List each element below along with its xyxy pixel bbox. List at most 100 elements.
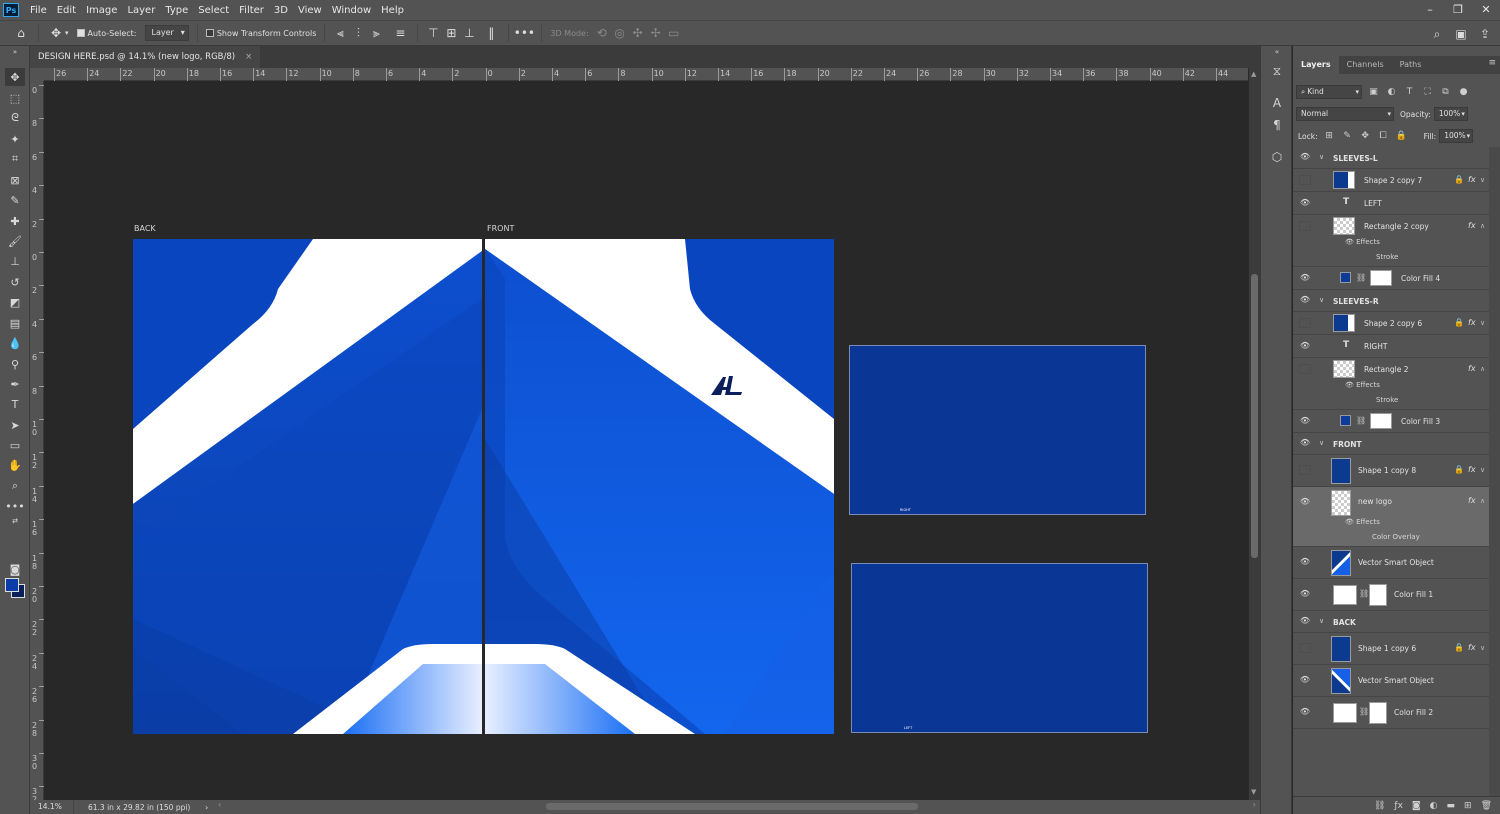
- right-sleeve-panel[interactable]: RIGHT: [849, 345, 1146, 515]
- menu-select[interactable]: Select: [193, 5, 234, 16]
- chevron-down-icon[interactable]: ∨: [1319, 439, 1324, 447]
- layer-color-fill-2[interactable]: 👁 ⛓ Color Fill 2: [1293, 697, 1489, 729]
- filter-type-icon[interactable]: T: [1403, 87, 1416, 97]
- fill-color-thumbnail[interactable]: [1340, 415, 1351, 426]
- layer-shape-2-copy-7[interactable]: Shape 2 copy 7 🔒 fx ∨: [1293, 169, 1489, 192]
- menu-layer[interactable]: Layer: [122, 5, 160, 16]
- layer-group-back[interactable]: 👁 ∨ BACK: [1293, 611, 1489, 633]
- blur-tool-icon[interactable]: 💧: [5, 334, 25, 352]
- layer-new-logo[interactable]: 👁 new logo fx ∧ 👁 Effects Color Overlay: [1293, 487, 1489, 547]
- visibility-eye-icon[interactable]: 👁: [1299, 616, 1311, 625]
- effects-row[interactable]: 👁 Effects: [1345, 381, 1380, 389]
- layers-scrollbar[interactable]: [1489, 147, 1500, 797]
- layer-group-sleeves-r[interactable]: 👁 ∨ SLEEVES-R: [1293, 290, 1489, 312]
- tab-layers[interactable]: Layers: [1293, 56, 1339, 74]
- eyedropper-tool-icon[interactable]: ✎: [5, 191, 25, 209]
- paragraph-panel-icon[interactable]: ¶: [1269, 118, 1285, 134]
- auto-select-checkbox-group[interactable]: Auto-Select:: [76, 29, 137, 38]
- share-icon[interactable]: ⇪: [1476, 25, 1494, 43]
- visibility-eye-icon[interactable]: 👁: [1299, 273, 1311, 282]
- add-layer-style-icon[interactable]: ƒx: [1394, 801, 1403, 811]
- layer-fx-icon[interactable]: fx: [1468, 318, 1476, 327]
- pen-tool-icon[interactable]: ✒: [5, 375, 25, 393]
- lock-position-icon[interactable]: ✥: [1359, 131, 1372, 141]
- filter-smart-object-icon[interactable]: ⧉: [1439, 87, 1452, 97]
- document-canvas[interactable]: BACK FRONT RIGHT LEFT: [44, 81, 1248, 800]
- move-tool-icon[interactable]: ✥: [5, 68, 25, 86]
- 3d-panel-icon[interactable]: ⬡: [1269, 150, 1285, 166]
- gradient-tool-icon[interactable]: ▤: [5, 314, 25, 332]
- chevron-down-icon[interactable]: ∨: [1480, 466, 1485, 474]
- lock-all-icon[interactable]: 🔒: [1395, 131, 1408, 141]
- layer-fx-icon[interactable]: fx: [1468, 221, 1476, 230]
- marquee-tool-icon[interactable]: ⬚: [5, 89, 25, 107]
- layer-rectangle-2-copy[interactable]: Rectangle 2 copy fx ∧ 👁 Effects Stroke: [1293, 215, 1489, 267]
- layer-fx-icon[interactable]: fx: [1468, 175, 1476, 184]
- filter-toggle-icon[interactable]: ●: [1457, 87, 1470, 97]
- 3d-slide-icon[interactable]: ✢: [647, 24, 665, 42]
- quick-mask-icon[interactable]: ◙: [5, 560, 25, 578]
- restore-icon[interactable]: ❐: [1444, 0, 1472, 20]
- crop-tool-icon[interactable]: ⌗: [5, 150, 25, 168]
- layer-color-fill-3[interactable]: 👁 ⛓ Color Fill 3: [1293, 410, 1489, 433]
- auto-select-target-dropdown[interactable]: Layer: [144, 25, 189, 41]
- link-layers-icon[interactable]: ⛓: [1374, 801, 1385, 811]
- hand-tool-icon[interactable]: ✋: [5, 456, 25, 474]
- scroll-left-icon[interactable]: ‹: [218, 800, 221, 809]
- close-window-icon[interactable]: ✕: [1472, 0, 1500, 20]
- front-jersey-panel[interactable]: [485, 239, 834, 734]
- status-menu-arrow-icon[interactable]: ›: [205, 803, 208, 812]
- canvas-vertical-scrollbar[interactable]: ▲ ▼: [1248, 68, 1260, 800]
- layer-text-left[interactable]: 👁 T LEFT: [1293, 192, 1489, 215]
- visibility-eye-icon[interactable]: 👁: [1299, 295, 1311, 304]
- auto-select-target-value[interactable]: Layer: [144, 25, 189, 41]
- minimize-icon[interactable]: –: [1416, 0, 1444, 20]
- layer-rectangle-2[interactable]: Rectangle 2 fx ∧ 👁 Effects Stroke: [1293, 358, 1489, 410]
- left-sleeve-panel[interactable]: LEFT: [851, 563, 1148, 733]
- distribute-vertical-icon[interactable]: ‖: [482, 24, 500, 42]
- link-icon[interactable]: ⛓: [1359, 707, 1369, 716]
- zoom-level[interactable]: 14.1%: [30, 800, 74, 814]
- lasso-tool-icon[interactable]: ᘓ: [5, 109, 25, 127]
- vertical-scroll-thumb[interactable]: [1251, 274, 1258, 558]
- visibility-eye-icon[interactable]: 👁: [1299, 438, 1311, 447]
- visibility-toggle-off[interactable]: [1299, 221, 1311, 231]
- link-icon[interactable]: ⛓: [1356, 416, 1366, 425]
- menu-type[interactable]: Type: [160, 5, 193, 16]
- layer-fx-icon[interactable]: fx: [1468, 496, 1476, 505]
- effect-color-overlay[interactable]: Color Overlay: [1372, 533, 1420, 541]
- workspace-icon[interactable]: ▣: [1452, 25, 1470, 43]
- team-logo[interactable]: [709, 373, 745, 397]
- document-tab[interactable]: DESIGN HERE.psd @ 14.1% (new logo, RGB/8…: [30, 46, 261, 68]
- ruler-origin[interactable]: [30, 68, 44, 81]
- filter-pixel-icon[interactable]: ▣: [1367, 87, 1380, 97]
- path-selection-tool-icon[interactable]: ➤: [5, 416, 25, 434]
- visibility-eye-icon[interactable]: 👁: [1299, 341, 1311, 350]
- layer-fx-icon[interactable]: fx: [1468, 465, 1476, 474]
- zoom-tool-icon[interactable]: ⌕: [5, 477, 25, 495]
- layer-color-fill-4[interactable]: 👁 ⛓ Color Fill 4: [1293, 267, 1489, 290]
- add-mask-icon[interactable]: ◙: [1412, 801, 1421, 811]
- layer-color-fill-1[interactable]: 👁 ⛓ Color Fill 1: [1293, 579, 1489, 611]
- canvas-horizontal-scrollbar[interactable]: ‹ ›: [218, 800, 1256, 811]
- 3d-camera-icon[interactable]: ▭: [665, 24, 683, 42]
- visibility-toggle-off[interactable]: [1299, 643, 1311, 653]
- more-options-icon[interactable]: •••: [514, 24, 535, 42]
- link-icon[interactable]: ⛓: [1356, 273, 1366, 282]
- layer-fx-icon[interactable]: fx: [1468, 643, 1476, 652]
- effect-stroke[interactable]: Stroke: [1376, 253, 1398, 261]
- 3d-orbit-icon[interactable]: ⟲: [593, 24, 611, 42]
- effect-stroke[interactable]: Stroke: [1376, 396, 1398, 404]
- menu-edit[interactable]: Edit: [52, 5, 81, 16]
- magic-wand-tool-icon[interactable]: ✦: [5, 130, 25, 148]
- clone-stamp-tool-icon[interactable]: ⊥: [5, 252, 25, 270]
- effects-row[interactable]: 👁 Effects: [1345, 238, 1380, 246]
- scroll-up-icon[interactable]: ▲: [1251, 70, 1256, 78]
- history-panel-icon[interactable]: ⧖: [1269, 64, 1285, 80]
- panel-menu-icon[interactable]: ≡: [1488, 58, 1496, 68]
- visibility-eye-icon[interactable]: 👁: [1299, 152, 1311, 161]
- chevron-down-icon[interactable]: ∨: [1319, 153, 1324, 161]
- menu-view[interactable]: View: [293, 5, 327, 16]
- blend-mode-dropdown[interactable]: Normal: [1296, 107, 1394, 121]
- rectangle-tool-icon[interactable]: ▭: [5, 436, 25, 454]
